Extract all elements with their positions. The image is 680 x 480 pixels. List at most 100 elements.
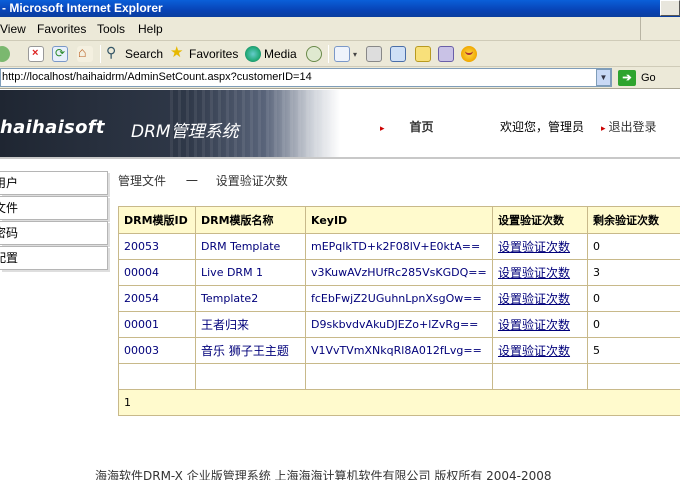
home-icon: ⌂	[77, 44, 93, 62]
search-button[interactable]: ⚲ Search	[106, 44, 164, 63]
go-label: Go	[641, 72, 656, 84]
key-id: fcEbFwjZ2UGuhnLpnXsgOw==	[305, 285, 493, 312]
key-id: D9skbvdvAkuDJEZo+lZvRg==	[305, 311, 493, 338]
arrow-right-icon: ▸	[601, 124, 606, 134]
remaining-count: 0	[587, 311, 680, 338]
remaining-count: 3	[587, 259, 680, 286]
template-id: 00003	[118, 337, 196, 364]
nav-home-link[interactable]: ▸ 首页	[380, 118, 434, 135]
table-empty-row	[118, 363, 680, 390]
messenger-button[interactable]	[461, 45, 480, 63]
breadcrumb-separator: 一	[185, 174, 198, 188]
set-count-link[interactable]: 设置验证次数	[498, 240, 570, 254]
address-dropdown[interactable]: ▼	[596, 69, 611, 86]
go-arrow-icon: ➔	[618, 70, 636, 86]
column-header: KeyID	[305, 206, 493, 234]
research-button[interactable]	[438, 45, 457, 63]
menu-help[interactable]: Help	[138, 22, 163, 36]
search-label: Search	[125, 47, 164, 61]
column-header: DRM模版ID	[118, 206, 196, 234]
media-label: Media	[264, 47, 297, 61]
minimize-button[interactable]	[660, 0, 680, 16]
breadcrumb: 管理文件 一 设置验证次数	[118, 172, 288, 189]
template-name: 音乐 狮子王主题	[195, 337, 306, 364]
action-cell: 设置验证次数	[492, 259, 588, 286]
key-id: V1VvTVmXNkqRl8A012fLvg==	[305, 337, 493, 364]
set-count-link[interactable]: 设置验证次数	[498, 344, 570, 358]
favorites-button[interactable]: ★ Favorites	[170, 44, 239, 63]
header-divider	[0, 157, 680, 159]
toolbar: × ⟳ ⌂ ⚲ Search ★ Favorites Media ▾	[0, 41, 680, 67]
breadcrumb-current: 设置验证次数	[215, 174, 288, 188]
column-header: 设置验证次数	[492, 206, 588, 234]
action-cell: 设置验证次数	[492, 311, 588, 338]
toolbar-separator	[100, 45, 101, 63]
menu-tools[interactable]: Tools	[97, 22, 125, 36]
key-id: mEPqlkTD+k2F08lV+E0ktA==	[305, 233, 493, 260]
column-header: DRM模版名称	[195, 206, 306, 234]
print-button[interactable]	[366, 45, 385, 63]
table-row: 00003 音乐 狮子王主题 V1VvTVmXNkqRl8A012fLvg== …	[118, 337, 680, 364]
media-button[interactable]: Media	[245, 45, 297, 63]
set-count-link[interactable]: 设置验证次数	[498, 266, 570, 280]
template-id: 00001	[118, 311, 196, 338]
window-title-bar: - Microsoft Internet Explorer	[0, 0, 680, 17]
welcome-text: 欢迎您，管理员	[500, 120, 585, 134]
arrow-right-icon: ▸	[380, 124, 385, 134]
remaining-count: 0	[587, 233, 680, 260]
chevron-down-icon: ▼	[599, 73, 608, 82]
template-name: DRM Template	[195, 233, 306, 260]
stop-icon: ×	[28, 46, 44, 62]
history-button[interactable]	[306, 45, 325, 63]
edit-icon	[390, 46, 406, 62]
address-bar: http://localhost/haihaidrm/AdminSetCount…	[0, 67, 680, 89]
template-id: 00004	[118, 259, 196, 286]
table-header-row: DRM模版ID DRM模版名称 KeyID 设置验证次数 剩余验证次数	[118, 206, 680, 234]
go-button[interactable]: ➔ Go	[618, 69, 656, 87]
sidebar-item-files[interactable]: 文件	[0, 196, 108, 220]
search-icon: ⚲	[106, 44, 117, 60]
template-table: DRM模版ID DRM模版名称 KeyID 设置验证次数 剩余验证次数 2005…	[118, 206, 680, 416]
action-cell: 设置验证次数	[492, 233, 588, 260]
menu-favorites[interactable]: Favorites	[37, 22, 86, 36]
print-icon	[366, 46, 382, 62]
logout-link[interactable]: ▸ 退出登录	[601, 118, 657, 135]
discuss-icon	[415, 46, 431, 62]
refresh-icon: ⟳	[52, 46, 68, 62]
mail-button[interactable]: ▾	[334, 45, 357, 63]
forward-icon	[0, 46, 10, 62]
template-name: Template2	[195, 285, 306, 312]
pager-page-number[interactable]: 1	[118, 389, 680, 416]
table-row: 20054 Template2 fcEbFwjZ2UGuhnLpnXsgOw==…	[118, 285, 680, 312]
stop-button[interactable]: ×	[28, 45, 47, 63]
action-cell: 设置验证次数	[492, 337, 588, 364]
smiley-icon	[461, 46, 477, 62]
set-count-link[interactable]: 设置验证次数	[498, 318, 570, 332]
window-title: - Microsoft Internet Explorer	[2, 1, 163, 15]
sidebar-item-password[interactable]: 密码	[0, 221, 108, 245]
home-button[interactable]: ⌂	[77, 44, 96, 63]
research-icon	[438, 46, 454, 62]
header-banner: haihaisoft DRM管理系统	[0, 90, 340, 157]
page-footer: 海海软件DRM-X 企业版管理系统 上海海海计算机软件有限公司 版权所有 200…	[95, 469, 552, 480]
remaining-count: 5	[587, 337, 680, 364]
mail-icon	[334, 46, 350, 62]
edit-button[interactable]	[390, 45, 409, 63]
favorites-label: Favorites	[189, 47, 239, 61]
address-input[interactable]: http://localhost/haihaidrm/AdminSetCount…	[0, 68, 612, 87]
refresh-button[interactable]: ⟳	[52, 45, 71, 63]
table-row: 00001 王者归来 D9skbvdvAkuDJEZo+lZvRg== 设置验证…	[118, 311, 680, 338]
sidebar-item-config[interactable]: 配置	[0, 246, 108, 270]
set-count-link[interactable]: 设置验证次数	[498, 292, 570, 306]
forward-button[interactable]	[0, 45, 13, 63]
toolbar-separator	[328, 45, 329, 63]
table-row: 00004 Live DRM 1 v3KuwAVzHUfRc285VsKGDQ=…	[118, 259, 680, 286]
menu-view[interactable]: View	[0, 22, 26, 36]
windows-logo-area	[640, 17, 680, 40]
history-icon	[306, 46, 322, 62]
sidebar-item-users[interactable]: 用户	[0, 171, 108, 195]
column-header: 剩余验证次数	[587, 206, 680, 234]
discuss-button[interactable]	[415, 45, 434, 63]
chevron-down-icon: ▾	[353, 49, 358, 59]
remaining-count: 0	[587, 285, 680, 312]
